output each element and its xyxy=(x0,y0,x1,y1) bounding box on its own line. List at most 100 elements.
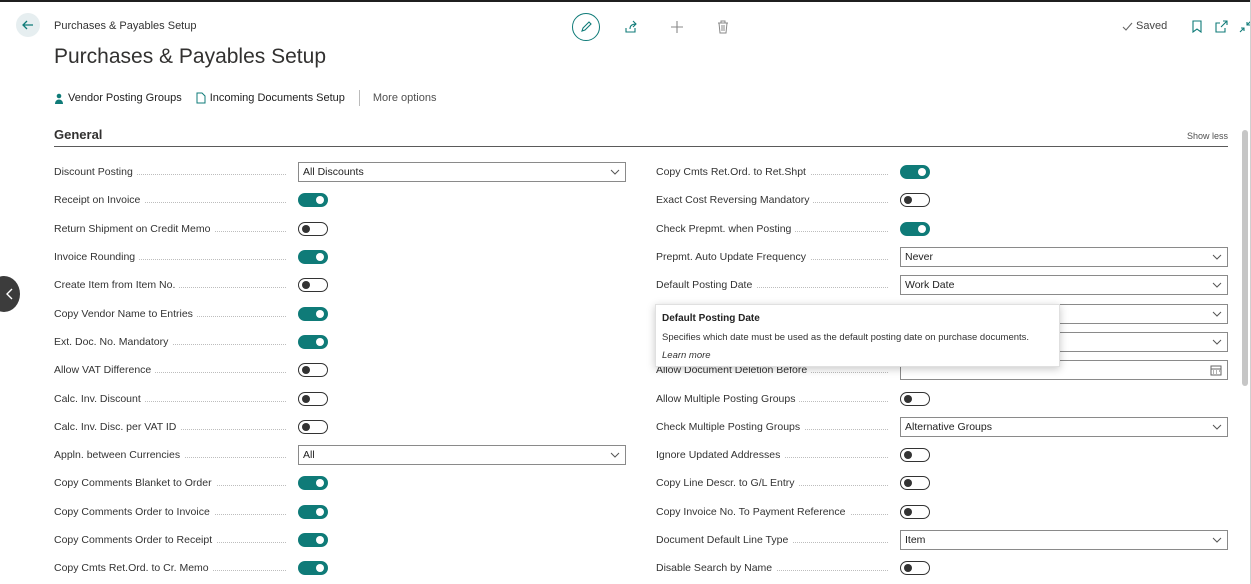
field-label-text: Default Posting Date xyxy=(656,279,757,292)
left-field-column: Discount Posting All Discounts Receipt on … xyxy=(54,158,626,582)
field-label-text: Calc. Inv. Discount xyxy=(54,392,145,405)
vendor-posting-groups-action[interactable]: Vendor Posting Groups xyxy=(54,92,182,104)
field-label-text: Allow Multiple Posting Groups xyxy=(656,392,800,405)
copy-comments-order-to-receipt-toggle[interactable] xyxy=(298,533,328,547)
field-control: All Discounts xyxy=(298,162,626,183)
select-value: All xyxy=(303,449,315,462)
field-row-copy-comments-order-to-invoice: Copy Comments Order to Invoice xyxy=(54,498,626,526)
field-row-calc-inv-disc-per-vat-id: Calc. Inv. Disc. per VAT ID xyxy=(54,413,626,441)
more-options-button[interactable]: More options xyxy=(373,92,437,104)
allow-multiple-posting-groups-toggle[interactable] xyxy=(900,391,930,406)
field-label: Ext. Doc. No. Mandatory xyxy=(54,335,294,349)
disable-search-by-name-toggle[interactable] xyxy=(900,561,930,576)
field-row-calc-inv-discount: Calc. Inv. Discount xyxy=(54,384,626,412)
receipt-on-invoice-toggle[interactable] xyxy=(298,193,328,208)
tooltip-body: Specifies which date must be used as the… xyxy=(662,332,1030,343)
field-row-invoice-rounding: Invoice Rounding xyxy=(54,243,626,271)
show-less-link[interactable]: Show less xyxy=(1187,131,1228,141)
field-control xyxy=(298,334,328,349)
field-control xyxy=(298,221,328,236)
tooltip-title: Default Posting Date xyxy=(662,313,760,324)
field-label-text: Copy Comments Blanket to Order xyxy=(54,477,216,490)
field-label-text: Appln. between Currencies xyxy=(54,449,185,462)
check-prepmt-when-posting-toggle[interactable] xyxy=(900,221,930,236)
ext-doc-no-mandatory-toggle[interactable] xyxy=(298,334,328,349)
document-default-line-type-select[interactable]: Item xyxy=(900,530,1228,550)
field-control: Alternative Groups xyxy=(900,416,1228,437)
copy-comments-order-to-invoice-toggle[interactable] xyxy=(298,504,328,519)
field-label-text: Exact Cost Reversing Mandatory xyxy=(656,194,814,207)
check-multiple-posting-groups-select[interactable]: Alternative Groups xyxy=(900,416,1228,437)
tooltip-learn-more-link[interactable]: Learn more xyxy=(662,350,1053,361)
bookmark-icon xyxy=(1192,19,1202,33)
saved-status: Saved xyxy=(1122,20,1167,32)
calendar-icon[interactable] xyxy=(1210,364,1222,376)
copy-vendor-name-to-entries-toggle[interactable] xyxy=(298,306,328,321)
chevron-down-icon xyxy=(610,452,620,458)
field-row-return-shipment-on-credit-memo: Return Shipment on Credit Memo xyxy=(54,215,626,243)
field-label: Create Item from Item No. xyxy=(54,278,294,292)
field-label-text: Receipt on Invoice xyxy=(54,194,145,207)
calc-inv-discount-toggle[interactable] xyxy=(298,391,328,406)
allow-vat-difference-toggle[interactable] xyxy=(298,363,328,378)
copy-cmts-ret-ord-to-cr-memo-toggle[interactable] xyxy=(298,561,328,576)
discount-posting-select[interactable]: All Discounts xyxy=(298,162,626,183)
select-value: Work Date xyxy=(905,279,955,292)
field-control xyxy=(298,391,328,406)
field-label: Document Default Line Type xyxy=(656,533,896,547)
section-title[interactable]: General xyxy=(54,127,102,142)
field-label: Return Shipment on Credit Memo xyxy=(54,222,294,236)
create-item-from-item-no-toggle[interactable] xyxy=(298,278,328,293)
field-label: Calc. Inv. Disc. per VAT ID xyxy=(54,420,294,434)
field-row-copy-comments-blanket-to-order: Copy Comments Blanket to Order xyxy=(54,469,626,497)
field-row-default-posting-date: Default Posting Date Work Date xyxy=(656,271,1228,299)
field-label: Receipt on Invoice xyxy=(54,193,294,207)
new-button[interactable] xyxy=(663,13,691,41)
field-label-text: Copy Line Descr. to G/L Entry xyxy=(656,477,799,490)
default-posting-date-select[interactable]: Work Date xyxy=(900,275,1228,296)
copy-line-descr-to-g-l-entry-toggle[interactable] xyxy=(900,476,930,491)
delete-button[interactable] xyxy=(709,13,737,41)
open-new-window-button[interactable] xyxy=(1214,19,1228,33)
copy-cmts-ret-ord-to-ret-shpt-toggle[interactable] xyxy=(900,165,930,180)
field-row-check-multiple-posting-groups: Check Multiple Posting Groups Alternative… xyxy=(656,413,1228,441)
copy-comments-blanket-to-order-toggle[interactable] xyxy=(298,476,328,491)
field-label-text: Check Prepmt. when Posting xyxy=(656,222,796,235)
field-label-text: Copy Comments Order to Receipt xyxy=(54,534,217,546)
field-control xyxy=(900,391,930,406)
section-divider xyxy=(54,146,1228,147)
exact-cost-reversing-mandatory-toggle[interactable] xyxy=(900,193,930,208)
field-label-text: Copy Vendor Name to Entries xyxy=(54,307,197,320)
edit-button[interactable] xyxy=(572,13,600,41)
chevron-down-icon xyxy=(610,169,620,175)
scroll-left-button[interactable] xyxy=(0,276,20,312)
calc-inv-disc-per-vat-id-toggle[interactable] xyxy=(298,419,328,434)
field-label-text: Disable Search by Name xyxy=(656,562,777,575)
field-row-disable-search-by-name: Disable Search by Name xyxy=(656,554,1228,582)
select-value: Item xyxy=(905,534,926,546)
bookmark-button[interactable] xyxy=(1190,19,1204,33)
appln-between-currencies-select[interactable]: All xyxy=(298,445,626,466)
invoice-rounding-toggle[interactable] xyxy=(298,250,328,265)
return-shipment-on-credit-memo-toggle[interactable] xyxy=(298,221,328,236)
field-control xyxy=(298,193,328,208)
field-control xyxy=(298,533,328,547)
field-label: Discount Posting xyxy=(54,165,294,179)
incoming-documents-setup-action[interactable]: Incoming Documents Setup xyxy=(196,92,345,104)
field-label: Copy Comments Order to Invoice xyxy=(54,505,294,519)
field-label: Exact Cost Reversing Mandatory xyxy=(656,193,896,207)
field-label-text: Calc. Inv. Disc. per VAT ID xyxy=(54,420,181,433)
share-button[interactable] xyxy=(617,13,645,41)
vertical-scrollbar[interactable] xyxy=(1242,130,1248,386)
prepmt-auto-update-frequency-select[interactable]: Never xyxy=(900,247,1228,268)
ignore-updated-addresses-toggle[interactable] xyxy=(900,448,930,463)
copy-invoice-no-to-payment-reference-toggle[interactable] xyxy=(900,504,930,519)
back-button[interactable] xyxy=(16,13,40,37)
field-label: Invoice Rounding xyxy=(54,250,294,264)
chevron-left-icon xyxy=(6,288,13,300)
field-label-text: Ignore Updated Addresses xyxy=(656,449,785,462)
field-row-allow-vat-difference: Allow VAT Difference xyxy=(54,356,626,384)
field-label: Appln. between Currencies xyxy=(54,448,294,462)
field-row-copy-invoice-no-to-payment-reference: Copy Invoice No. To Payment Reference xyxy=(656,498,1228,526)
share-icon xyxy=(625,20,637,33)
